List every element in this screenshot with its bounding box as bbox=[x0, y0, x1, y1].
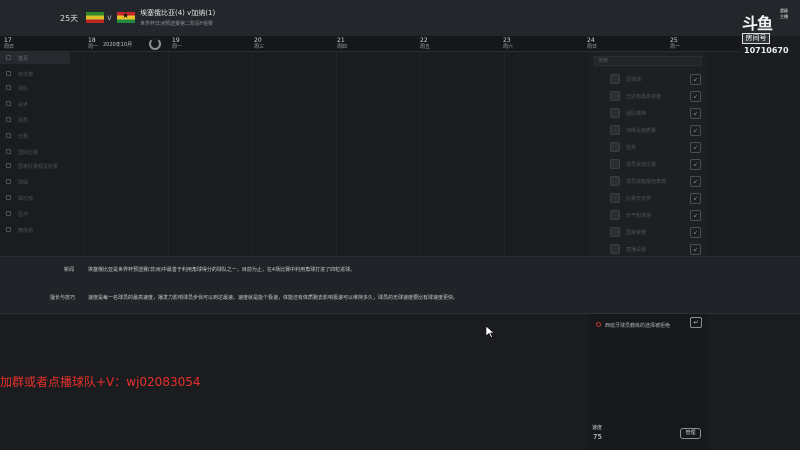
list-item[interactable]: 球员状态比赛 ↙ bbox=[594, 157, 702, 172]
link-button[interactable]: ↙ bbox=[690, 91, 701, 102]
link-button[interactable]: ↙ bbox=[690, 125, 701, 136]
room-tag: 房间号 bbox=[742, 33, 770, 44]
sidebar-item-international[interactable]: 国际比赛 bbox=[0, 146, 70, 158]
right-panel: 搜索 足球场 ↙ 已达到最高速度 ↙ 团队精神 ↙ 训练设施质量 ↙ 任务 ↙ 球员状态比… bbox=[588, 52, 708, 257]
team-icon bbox=[610, 108, 620, 118]
calendar-day[interactable]: 25 周一 bbox=[670, 38, 680, 51]
ethiopia-flag-icon bbox=[86, 12, 104, 23]
sidebar-item-inbox[interactable]: 收件箱 bbox=[0, 68, 70, 80]
players-icon bbox=[6, 117, 11, 122]
calendar-strip: 17 周日 18 周一 2020年10月 19 周一 20 周三 21 周四 22 周五 2… bbox=[0, 36, 740, 52]
chat-message[interactable]: 西班牙球员教练的选择被拒绝 bbox=[596, 320, 692, 330]
flag-icon bbox=[610, 227, 620, 237]
club-icon bbox=[6, 195, 11, 200]
staff-icon bbox=[6, 227, 11, 232]
match-subtitle: 世界杯非洲预选赛第二阶段F组赛 bbox=[140, 21, 213, 27]
sidebar-item-fixtures[interactable]: 国家队赛程及结果 bbox=[0, 160, 70, 172]
calendar-day[interactable]: 22 周五 bbox=[420, 38, 430, 51]
ghana-flag-icon bbox=[117, 11, 135, 23]
manage-button[interactable]: 管理 bbox=[680, 428, 701, 439]
speed-label: 速度 bbox=[592, 425, 603, 431]
calendar-day[interactable]: 19 周一 bbox=[172, 38, 182, 51]
calendar-month: 2020年10月 bbox=[103, 42, 133, 48]
news-label: 新闻 bbox=[64, 267, 75, 273]
skill-icon bbox=[610, 176, 620, 186]
list-item[interactable]: 足球场 ↙ bbox=[594, 72, 702, 87]
sidebar-item-medical[interactable]: 医疗 bbox=[0, 208, 70, 220]
list-item[interactable]: 国家荣誉 ↙ bbox=[594, 225, 702, 240]
tactics-icon bbox=[6, 101, 11, 106]
sidebar-item-squad[interactable]: 球队 bbox=[0, 82, 70, 94]
link-button[interactable]: ↙ bbox=[690, 227, 701, 238]
promo-overlay: 加群或者点播球队+V：wj02083054 bbox=[0, 375, 201, 389]
sidebar-item-club[interactable]: 俱乐部 bbox=[0, 192, 70, 204]
training-icon bbox=[610, 125, 620, 135]
home-icon bbox=[6, 55, 11, 60]
calendar-day[interactable]: 21 周四 bbox=[337, 38, 347, 51]
speed-icon bbox=[610, 91, 620, 101]
sidebar-item-matches[interactable]: 比赛 bbox=[0, 130, 70, 142]
broadcast-icon bbox=[610, 244, 620, 254]
sidebar-item-tactics[interactable]: 战术 bbox=[0, 98, 70, 110]
globe-icon bbox=[6, 149, 11, 154]
list-item[interactable]: 直播设置 ↙ bbox=[594, 242, 702, 257]
top-bar: 25天 v 埃塞俄比亚(4) v加纳(1) 世界杯非洲预选赛第二阶段F组赛 bbox=[0, 0, 800, 36]
link-button[interactable]: ↙ bbox=[690, 244, 701, 255]
calendar-day[interactable]: 23 周六 bbox=[503, 38, 513, 51]
info-band: 新闻 埃塞俄比亚是世界杯预选赛(非洲)中最善于利用角球得分的球队之一，目前为止，… bbox=[0, 256, 800, 314]
trophy-icon bbox=[6, 133, 11, 138]
sidebar: 首页 收件箱 球队 战术 球员 比赛 国际比赛 国家队赛程及结果 球探 俱乐部 … bbox=[0, 52, 70, 242]
matchday-icon bbox=[610, 193, 620, 203]
skills-label: 擅长与技巧 bbox=[50, 295, 76, 301]
list-item[interactable]: 训练设施质量 ↙ bbox=[594, 123, 702, 138]
weather-icon bbox=[610, 210, 620, 220]
inbox-icon bbox=[6, 71, 11, 76]
list-item[interactable]: 已达到最高速度 ↙ bbox=[594, 89, 702, 104]
list-item[interactable]: 比赛日安排 ↙ bbox=[594, 191, 702, 206]
link-button[interactable]: ↙ bbox=[690, 108, 701, 119]
logo-badge: 超级主播 bbox=[780, 8, 788, 19]
match-title[interactable]: 埃塞俄比亚(4) v加纳(1) bbox=[140, 8, 215, 18]
scout-icon bbox=[6, 179, 11, 184]
send-button[interactable]: ↵ bbox=[690, 317, 702, 328]
search-icon bbox=[596, 322, 601, 327]
calendar-icon bbox=[6, 163, 11, 168]
link-button[interactable]: ↙ bbox=[690, 210, 701, 221]
logo-text: 斗鱼 bbox=[742, 14, 773, 33]
list-item[interactable]: 天气和场地 ↙ bbox=[594, 208, 702, 223]
link-button[interactable]: ↙ bbox=[690, 74, 701, 85]
squad-icon bbox=[6, 85, 11, 90]
task-icon bbox=[610, 142, 620, 152]
stadium-icon bbox=[610, 74, 620, 84]
loading-spinner-icon bbox=[149, 38, 161, 50]
calendar-day[interactable]: 18 周一 bbox=[88, 38, 98, 51]
medical-icon bbox=[6, 211, 11, 216]
link-button[interactable]: ↙ bbox=[690, 142, 701, 153]
sidebar-item-scouting[interactable]: 球探 bbox=[0, 176, 70, 188]
right-panel-search[interactable]: 搜索 bbox=[594, 56, 702, 66]
vs-label: v bbox=[107, 13, 112, 22]
calendar-day[interactable]: 24 周日 bbox=[587, 38, 597, 51]
douyu-logo: 斗鱼 超级主播 bbox=[736, 8, 788, 34]
calendar-day[interactable]: 20 周三 bbox=[254, 38, 264, 51]
days-remaining: 25天 bbox=[60, 14, 79, 23]
news-text: 埃塞俄比亚是世界杯预选赛(非洲)中最善于利用角球得分的球队之一，目前为止，在4场… bbox=[88, 267, 356, 273]
mouse-cursor-icon bbox=[486, 326, 494, 338]
sidebar-item-staff[interactable]: 教练组 bbox=[0, 224, 70, 236]
list-item[interactable]: 团队精神 ↙ bbox=[594, 106, 702, 121]
sidebar-item-home[interactable]: 首页 bbox=[0, 52, 70, 64]
link-button[interactable]: ↙ bbox=[690, 193, 701, 204]
skills-text: 速度是每一名球员的最高速度，播发力影响球员步伐可以到达最速。速度就是能个极速，体… bbox=[88, 295, 459, 301]
list-item[interactable]: 球员技能最佳表现 ↙ bbox=[594, 174, 702, 189]
sidebar-item-players[interactable]: 球员 bbox=[0, 114, 70, 126]
link-button[interactable]: ↙ bbox=[690, 176, 701, 187]
list-item[interactable]: 任务 ↙ bbox=[594, 140, 702, 155]
speed-value: 75 bbox=[593, 433, 602, 441]
link-button[interactable]: ↙ bbox=[690, 159, 701, 170]
room-number: 10710670 bbox=[744, 46, 789, 55]
calendar-day[interactable]: 17 周日 bbox=[4, 38, 14, 51]
player-status-icon bbox=[610, 159, 620, 169]
